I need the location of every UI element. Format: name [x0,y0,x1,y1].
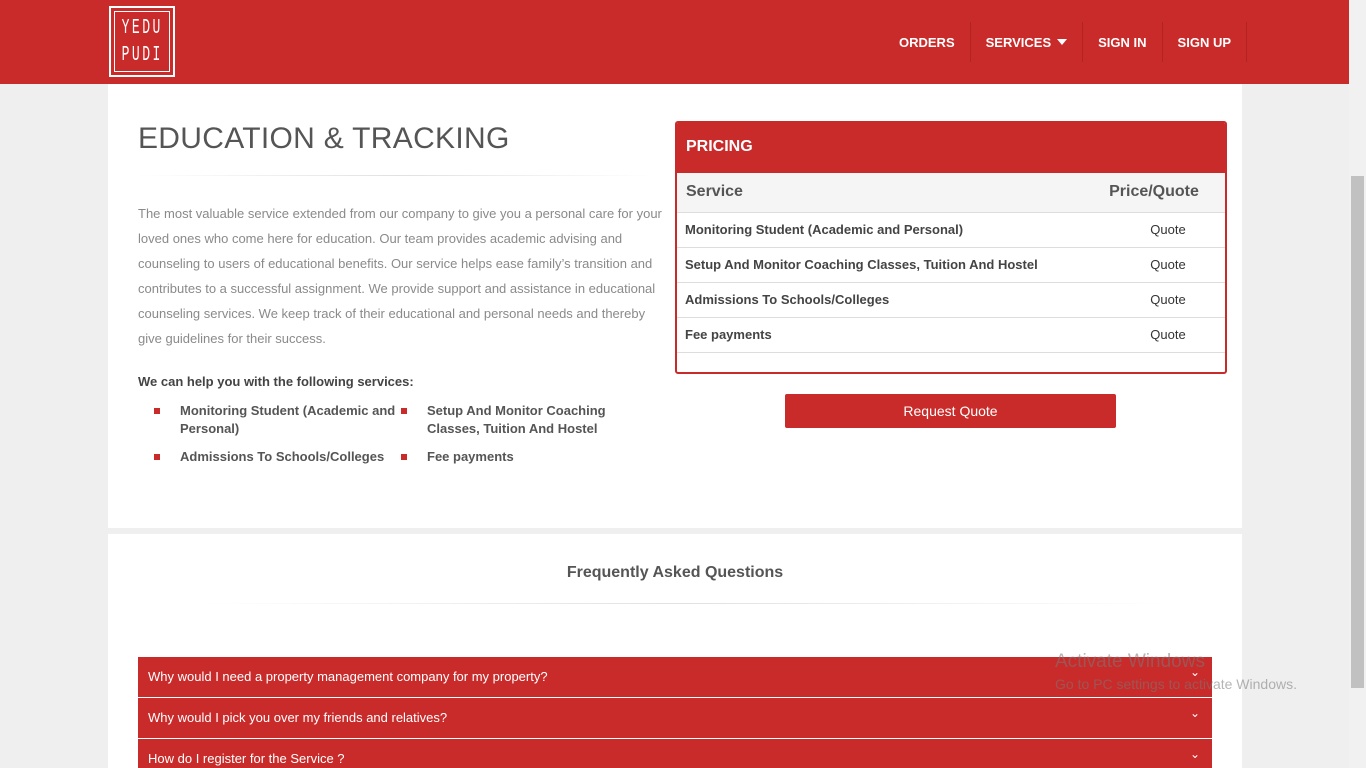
square-bullet-icon [401,408,407,414]
services-list-heading: We can help you with the following servi… [138,374,414,389]
site-logo[interactable]: YEDU PUDI [109,6,175,77]
table-row: Setup And Monitor Coaching Classes, Tuit… [677,247,1225,283]
faq-item[interactable]: How do I register for the Service ? ⌄ [138,739,1212,768]
pricing-heading: PRICING [677,123,1225,173]
faq-section: Frequently Asked Questions Why would I n… [108,534,1242,768]
table-row: Fee payments Quote [677,317,1225,353]
chevron-down-icon: ⌄ [1189,665,1200,679]
faq-question: Why would I need a property management c… [148,669,548,684]
nav-sign-in-label: SIGN IN [1098,34,1147,50]
column-header-price: Price/Quote [1083,173,1225,213]
caret-down-icon [1057,39,1068,45]
square-bullet-icon [154,408,160,414]
nav-services-label: SERVICES [985,34,1052,50]
nav-orders-label: ORDERS [899,34,955,50]
chevron-down-icon: ⌄ [1189,747,1200,761]
price-cell: Quote [1083,282,1225,318]
nav-sign-up-label: SIGN UP [1177,34,1232,50]
list-item: Setup And Monitor Coaching Classes, Tuit… [401,402,627,438]
pricing-table: Service Price/Quote Monitoring Student (… [677,173,1225,353]
nav-sign-in[interactable]: SIGN IN [1083,22,1163,62]
table-row: Monitoring Student (Academic and Persona… [677,212,1225,248]
square-bullet-icon [401,454,407,460]
request-quote-button[interactable]: Request Quote [785,394,1116,428]
service-cell: Fee payments [677,317,1083,353]
faq-question: How do I register for the Service ? [148,751,345,766]
logo-frame: YEDU PUDI [114,11,170,72]
faq-divider [200,603,1170,604]
list-item: Monitoring Student (Academic and Persona… [154,402,400,438]
service-description: The most valuable service extended from … [138,206,662,346]
title-divider [138,175,658,176]
page-title: EDUCATION & TRACKING [138,122,510,155]
faq-question: Why would I pick you over my friends and… [148,710,448,725]
main-nav: ORDERS SERVICES SIGN IN SIGN UP [884,22,1248,62]
site-header: YEDU PUDI ORDERS SERVICES SIGN IN SIGN U… [0,0,1349,84]
logo-text-row-1: YEDU [121,16,163,40]
service-item-label: Admissions To Schools/Colleges [180,449,385,464]
service-item-label: Setup And Monitor Coaching Classes, Tuit… [427,403,606,436]
service-cell: Monitoring Student (Academic and Persona… [677,212,1083,248]
service-item-label: Monitoring Student (Academic and Persona… [180,403,396,436]
table-header-row: Service Price/Quote [677,173,1225,213]
service-detail-card: EDUCATION & TRACKING The most valuable s… [108,84,1242,528]
chevron-down-icon: ⌄ [1189,706,1200,720]
square-bullet-icon [154,454,160,460]
nav-services[interactable]: SERVICES [971,22,1084,62]
service-item-label: Fee payments [427,449,514,464]
scrollbar-thumb[interactable] [1351,176,1364,688]
price-cell: Quote [1083,317,1225,353]
page-scrollbar[interactable] [1349,0,1366,768]
faq-heading: Frequently Asked Questions [566,564,784,581]
list-item: Fee payments [401,448,627,466]
faq-item[interactable]: Why would I pick you over my friends and… [138,698,1212,738]
service-cell: Setup And Monitor Coaching Classes, Tuit… [677,247,1083,283]
nav-sign-up[interactable]: SIGN UP [1163,22,1248,62]
price-cell: Quote [1083,247,1225,283]
table-row: Admissions To Schools/Colleges Quote [677,282,1225,318]
service-cell: Admissions To Schools/Colleges [677,282,1083,318]
list-item: Admissions To Schools/Colleges [154,448,410,466]
faq-item[interactable]: Why would I need a property management c… [138,657,1212,697]
column-header-service: Service [677,173,1083,213]
price-cell: Quote [1083,212,1225,248]
logo-text-row-2: PUDI [121,43,163,67]
nav-orders[interactable]: ORDERS [884,22,971,62]
pricing-panel: PRICING Service Price/Quote Monitoring S… [675,121,1227,374]
